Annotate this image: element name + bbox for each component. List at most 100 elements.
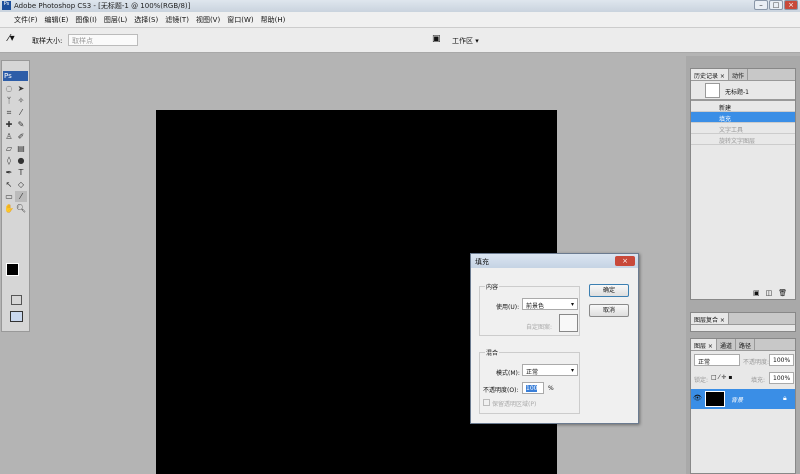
- opacity-label: 不透明度:: [743, 359, 770, 366]
- mode-value: 正常: [526, 369, 539, 376]
- menu-view[interactable]: 视图(V): [196, 15, 220, 25]
- content-group-label: 内容: [485, 282, 500, 291]
- pattern-picker: [559, 314, 578, 332]
- sample-size-value: 取样点: [72, 37, 93, 45]
- path-select-icon[interactable]: ↖: [3, 179, 15, 190]
- lock-label: 锁定:: [694, 377, 709, 384]
- layer-name: 背景: [731, 397, 744, 404]
- menu-image[interactable]: 图像(I): [75, 15, 97, 25]
- notes-tool-icon[interactable]: ▭: [3, 191, 15, 202]
- tab-actions[interactable]: 动作: [728, 69, 748, 80]
- history-item[interactable]: 新建: [691, 101, 795, 112]
- blur-tool-icon[interactable]: ◊: [3, 155, 15, 166]
- opacity-value: 100%: [773, 357, 791, 364]
- foreground-color-swatch[interactable]: [6, 263, 19, 276]
- tab-history[interactable]: 历史记录 ×: [691, 69, 729, 80]
- preserve-transparency-label: 保留透明区域(P): [492, 401, 537, 408]
- opacity-field[interactable]: 100%: [769, 354, 794, 366]
- menu-edit[interactable]: 编辑(E): [45, 15, 69, 25]
- fill-dialog: 填充 × 内容 使用(U): 前景色 ▾ 自定图案: 混合 模式(M): 正常 ▾ …: [470, 253, 639, 424]
- brush-tool-icon[interactable]: ✎: [15, 119, 27, 130]
- marquee-tool-icon[interactable]: ◌: [3, 83, 15, 94]
- hand-tool-icon[interactable]: ✋: [3, 203, 15, 214]
- sample-size-select[interactable]: 取样点: [68, 34, 138, 46]
- workspace-button[interactable]: 工作区 ▾: [452, 36, 479, 46]
- menu-filter[interactable]: 滤镜(T): [165, 15, 189, 25]
- mode-select[interactable]: 正常 ▾: [522, 364, 578, 376]
- pattern-label: 自定图案:: [526, 324, 553, 331]
- app-icon: Ps: [2, 1, 11, 10]
- options-bar: ⁄▾ 取样大小: 取样点 ▣ 工作区 ▾: [0, 28, 800, 53]
- use-label: 使用(U):: [496, 304, 520, 311]
- lasso-tool-icon[interactable]: ᛉ: [3, 95, 15, 106]
- tab-paths[interactable]: 路径: [735, 339, 755, 350]
- content-group: 内容 使用(U): 前景色 ▾ 自定图案:: [479, 282, 580, 336]
- layer-comps-panel: 图层复合 ×: [690, 312, 796, 332]
- type-tool-icon[interactable]: T: [15, 167, 27, 178]
- title-bar: Ps Adobe Photoshop CS3 - [无标题-1 @ 100%(R…: [0, 0, 800, 12]
- layer-row-background[interactable]: 👁︎ 背景 🔒︎: [691, 389, 795, 409]
- minimize-button[interactable]: –: [754, 0, 768, 10]
- menu-window[interactable]: 窗口(W): [227, 15, 253, 25]
- move-tool-icon[interactable]: ➤: [15, 83, 27, 94]
- crop-tool-icon[interactable]: ⌗: [3, 107, 15, 118]
- tab-channels[interactable]: 通道: [716, 339, 736, 350]
- fill-field[interactable]: 100%: [769, 372, 794, 384]
- history-item[interactable]: 旋转文字图层: [691, 134, 795, 145]
- history-item-label: 填充: [719, 116, 732, 123]
- blend-mode-select[interactable]: 正常: [694, 354, 740, 366]
- history-item-selected[interactable]: 填充: [691, 112, 795, 123]
- sample-size-label: 取样大小:: [32, 37, 63, 45]
- history-actions-icons[interactable]: ▣◫🗑︎: [753, 289, 793, 297]
- preserve-transparency-checkbox[interactable]: [483, 399, 490, 406]
- dialog-close-button[interactable]: ×: [615, 256, 635, 266]
- opacity-input[interactable]: 100: [522, 382, 544, 394]
- eraser-tool-icon[interactable]: ▱: [3, 143, 15, 154]
- use-value: 前景色: [526, 303, 545, 310]
- stamp-tool-icon[interactable]: ♙: [3, 131, 15, 142]
- menu-select[interactable]: 选择(S): [134, 15, 158, 25]
- history-item[interactable]: 文字工具: [691, 123, 795, 134]
- menu-layer[interactable]: 图层(L): [104, 15, 127, 25]
- quick-mask-icon[interactable]: [11, 295, 22, 305]
- snapshot-thumbnail: [705, 83, 720, 98]
- opacity-input-value: 100: [526, 385, 538, 392]
- layers-panel: 图层 × 通道 路径 正常 不透明度: 100% 锁定: □ ⁄ ✛ ▪ 填充: 1…: [690, 338, 796, 474]
- snapshot-label[interactable]: 无标题-1: [725, 87, 749, 96]
- shape-tool-icon[interactable]: ◇: [15, 179, 27, 190]
- pen-tool-icon[interactable]: ✒: [3, 167, 15, 178]
- tab-layer-comps[interactable]: 图层复合 ×: [691, 313, 729, 324]
- history-item-label: 文字工具: [719, 127, 744, 134]
- ok-button[interactable]: 确定: [589, 284, 629, 297]
- lock-icons[interactable]: □ ⁄ ✛ ▪: [711, 374, 733, 381]
- zoom-tool-icon[interactable]: 🔍︎: [15, 203, 27, 214]
- slice-tool-icon[interactable]: ⁄: [15, 107, 27, 118]
- palette-icon[interactable]: ▣: [432, 34, 441, 44]
- menu-help[interactable]: 帮助(H): [261, 15, 286, 25]
- cancel-button[interactable]: 取消: [589, 304, 629, 317]
- menu-file[interactable]: 文件(F): [14, 15, 38, 25]
- opacity-label: 不透明度(O):: [483, 387, 519, 394]
- tab-layers[interactable]: 图层 ×: [691, 339, 717, 350]
- magic-wand-icon[interactable]: ✧: [15, 95, 27, 106]
- lock-icon: 🔒︎: [783, 394, 787, 402]
- history-item-label: 旋转文字图层: [719, 138, 756, 145]
- dodge-tool-icon[interactable]: ●: [15, 155, 27, 166]
- close-button[interactable]: ×: [784, 0, 798, 10]
- fill-value: 100%: [773, 375, 791, 382]
- history-brush-icon[interactable]: ✐: [15, 131, 27, 142]
- use-select[interactable]: 前景色 ▾: [522, 298, 578, 310]
- blending-group-label: 混合: [485, 348, 500, 357]
- screen-mode-icon[interactable]: [10, 311, 23, 322]
- fill-label: 填充:: [751, 377, 766, 384]
- mode-label: 模式(M):: [496, 370, 520, 377]
- dialog-title: 填充: [471, 254, 638, 268]
- window-title: Adobe Photoshop CS3 - [无标题-1 @ 100%(RGB/…: [14, 2, 191, 10]
- eyedropper-tool-icon[interactable]: ⁄: [15, 191, 27, 202]
- healing-tool-icon[interactable]: ✚: [3, 119, 15, 130]
- gradient-tool-icon[interactable]: ▤: [15, 143, 27, 154]
- eyedropper-icon[interactable]: ⁄▾: [8, 33, 15, 44]
- visibility-eye-icon[interactable]: 👁︎: [693, 394, 702, 402]
- percent-label: %: [548, 385, 554, 392]
- maximize-button[interactable]: □: [769, 0, 783, 10]
